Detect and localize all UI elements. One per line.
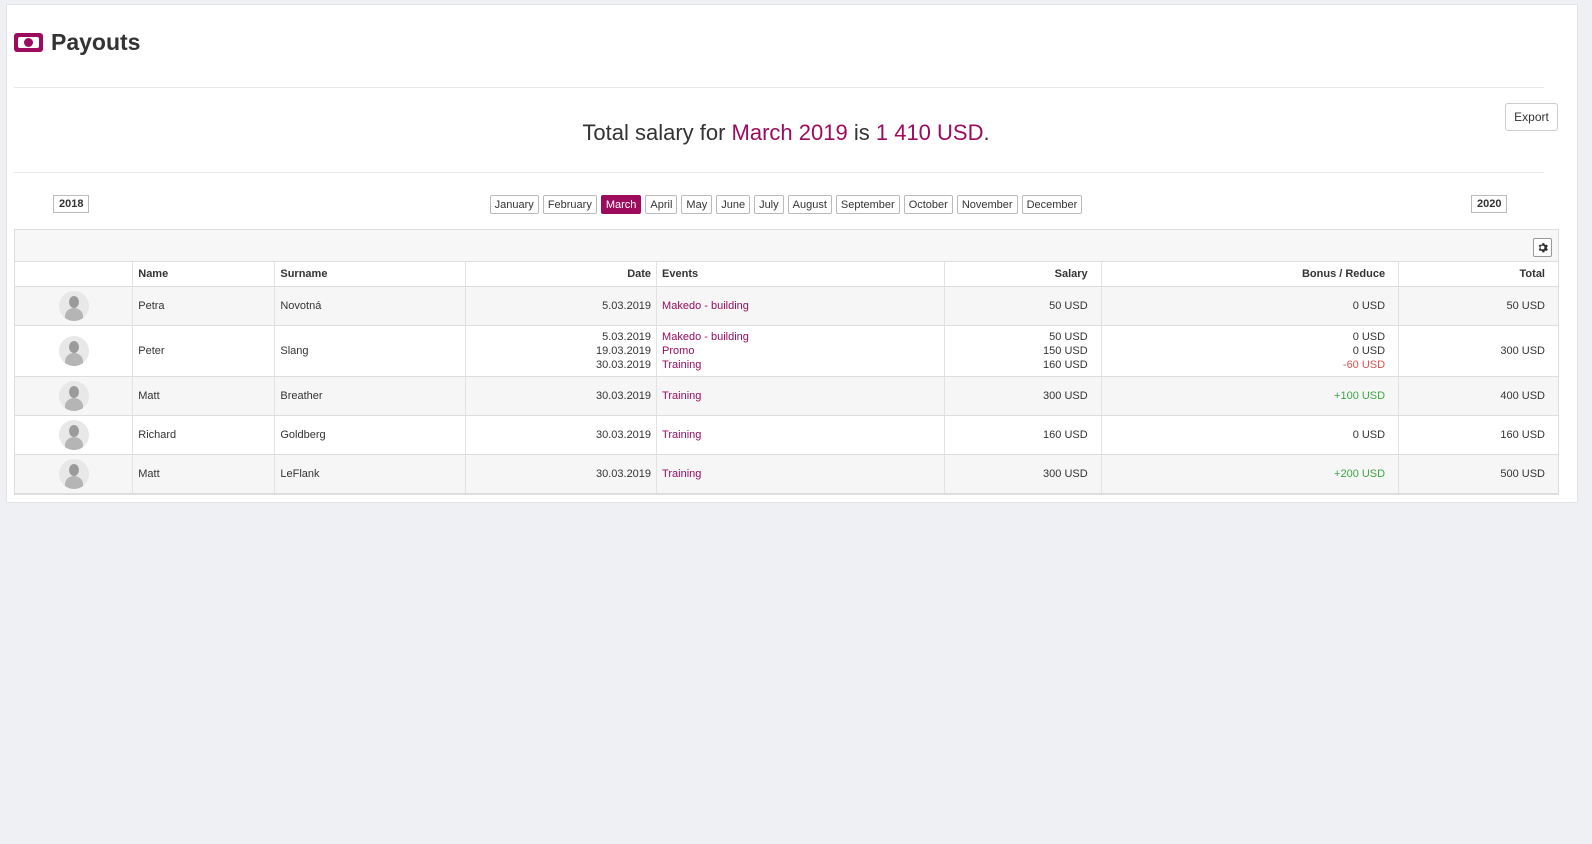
- table-row[interactable]: Matt Breather 30.03.2019 Training 300 USD +10…: [15, 376, 1558, 416]
- cell-surname: Breather: [280, 389, 323, 402]
- avatar[interactable]: [58, 290, 89, 321]
- col-date[interactable]: Date: [465, 262, 658, 287]
- month-button-april[interactable]: April: [645, 195, 678, 214]
- cell-salary: 150 USD: [1043, 344, 1088, 357]
- month-button-may[interactable]: May: [681, 195, 713, 214]
- month-button-july[interactable]: July: [754, 195, 784, 214]
- table-row[interactable]: Peter Slang 5.03.2019 19.03.2019 30.03.2019 M…: [15, 325, 1558, 377]
- cell-total: 400 USD: [1500, 389, 1545, 402]
- cell-date: 30.03.2019: [595, 358, 652, 371]
- cell-date: 30.03.2019: [595, 467, 652, 480]
- cell-total: 500 USD: [1500, 467, 1545, 480]
- cell-date: 5.03.2019: [602, 299, 652, 312]
- cell-total: 160 USD: [1500, 428, 1545, 441]
- table-row[interactable]: Petra Novotná 5.03.2019 Makedo - building 50…: [15, 286, 1558, 326]
- avatar[interactable]: [58, 458, 89, 489]
- cell-bonus: 0 USD: [1352, 299, 1386, 312]
- cell-surname: Goldberg: [280, 428, 326, 441]
- page-title: Payouts: [51, 29, 141, 55]
- cell-bonus: +100 USD: [1334, 389, 1386, 402]
- month-selector: January February March April May June July Augu…: [14, 195, 1558, 214]
- month-button-january[interactable]: January: [489, 195, 539, 214]
- summary-amount: 1 410 USD: [875, 120, 984, 145]
- month-button-november[interactable]: November: [956, 195, 1018, 214]
- header-divider: [14, 87, 1544, 88]
- cell-name: Matt: [138, 467, 160, 480]
- cell-total: 300 USD: [1500, 344, 1545, 357]
- month-button-june[interactable]: June: [716, 195, 751, 214]
- cell-bonus: 0 USD: [1352, 428, 1386, 441]
- event-link[interactable]: Training: [662, 428, 939, 442]
- col-surname[interactable]: Surname: [274, 262, 467, 287]
- cell-name: Matt: [138, 389, 160, 402]
- table-row[interactable]: Richard Goldberg 30.03.2019 Training 160 USD…: [15, 415, 1558, 455]
- cell-salary: 300 USD: [1043, 467, 1088, 480]
- cell-date: 30.03.2019: [595, 389, 652, 402]
- col-salary[interactable]: Salary: [944, 262, 1102, 287]
- cell-name: Petra: [138, 299, 165, 312]
- avatar[interactable]: [58, 335, 89, 366]
- cell-bonus: +200 USD: [1334, 467, 1386, 480]
- event-link[interactable]: Training: [662, 467, 939, 481]
- avatar[interactable]: [58, 419, 89, 450]
- month-button-december[interactable]: December: [1021, 195, 1083, 214]
- cell-salary: 160 USD: [1043, 428, 1088, 441]
- cell-name: Richard: [138, 428, 177, 441]
- event-link[interactable]: Makedo - building: [662, 330, 939, 344]
- col-events[interactable]: Events: [656, 262, 946, 287]
- cell-salary: 50 USD: [1049, 330, 1088, 343]
- cell-date: 19.03.2019: [595, 344, 652, 357]
- col-bonus-reduce[interactable]: Bonus / Reduce: [1101, 262, 1400, 287]
- month-button-october[interactable]: October: [903, 195, 953, 214]
- avatar[interactable]: [58, 380, 89, 411]
- gear-icon: [1538, 243, 1548, 253]
- table-header-row: Name Surname Date Events Salary Bonus / …: [15, 262, 1558, 287]
- cell-name: Peter: [138, 344, 165, 357]
- cell-salary: 300 USD: [1043, 389, 1088, 402]
- cell-salary: 160 USD: [1043, 358, 1088, 371]
- month-button-september[interactable]: September: [835, 195, 900, 214]
- col-avatar: [15, 262, 134, 287]
- event-link[interactable]: Training: [662, 358, 939, 372]
- cell-total: 50 USD: [1506, 299, 1545, 312]
- cell-date: 30.03.2019: [595, 428, 652, 441]
- cell-salary: 50 USD: [1049, 299, 1088, 312]
- cell-date: 5.03.2019: [602, 330, 652, 343]
- event-link[interactable]: Training: [662, 389, 939, 403]
- event-link[interactable]: Promo: [662, 344, 939, 358]
- total-salary-summary: Total salary for March 2019 is 1 410 USD…: [582, 120, 990, 145]
- col-name[interactable]: Name: [132, 262, 276, 287]
- cell-surname: LeFlank: [280, 467, 320, 480]
- money-icon: [14, 33, 43, 52]
- event-link[interactable]: Makedo - building: [662, 299, 939, 313]
- month-button-march[interactable]: March: [600, 195, 642, 214]
- payouts-table: Name Surname Date Events Salary Bonus / …: [14, 229, 1559, 495]
- cell-bonus: -60 USD: [1342, 358, 1386, 371]
- table-toolbar: [15, 230, 1558, 262]
- summary-divider: [14, 172, 1544, 173]
- month-button-august[interactable]: August: [787, 195, 832, 214]
- next-year-button[interactable]: 2020: [1471, 195, 1508, 213]
- summary-period: March 2019: [731, 120, 848, 145]
- page-header: Payouts: [14, 29, 140, 56]
- col-total[interactable]: Total: [1398, 262, 1558, 287]
- cell-bonus: 0 USD: [1352, 344, 1386, 357]
- table-settings-button[interactable]: [1533, 238, 1552, 257]
- cell-surname: Novotná: [280, 299, 322, 312]
- cell-surname: Slang: [280, 344, 309, 357]
- month-button-february[interactable]: February: [542, 195, 597, 214]
- table-row[interactable]: Matt LeFlank 30.03.2019 Training 300 USD +200…: [15, 454, 1558, 494]
- cell-bonus: 0 USD: [1352, 330, 1386, 343]
